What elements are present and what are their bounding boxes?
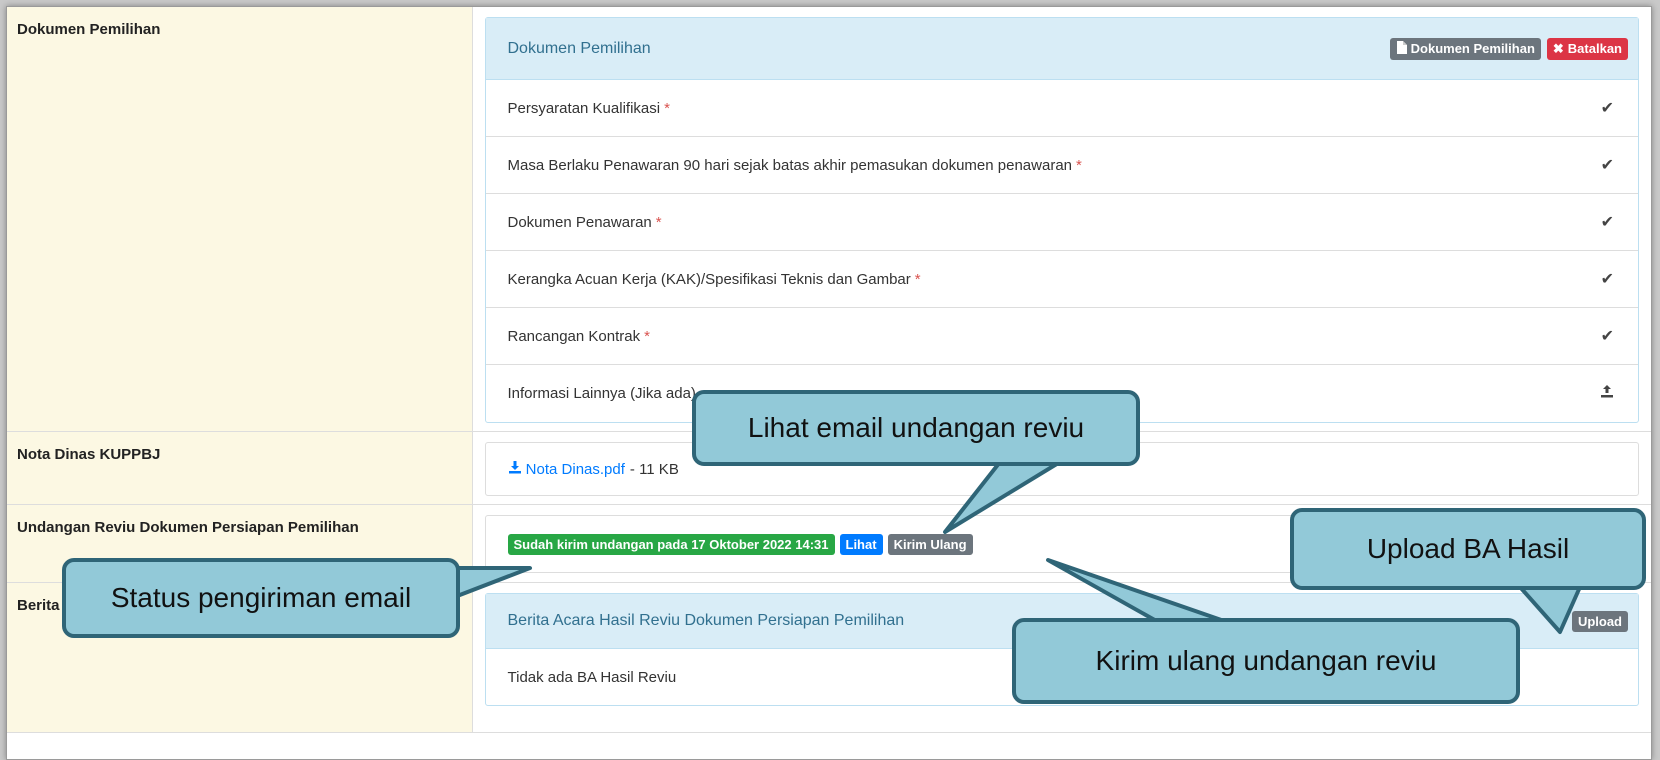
callout-kirim-ulang: Kirim ulang undangan reviu (1012, 618, 1520, 704)
callout-lihat-email: Lihat email undangan reviu (692, 390, 1140, 466)
callout-status-email: Status pengiriman email (62, 558, 460, 638)
callout-upload-ba: Upload BA Hasil (1290, 508, 1646, 590)
